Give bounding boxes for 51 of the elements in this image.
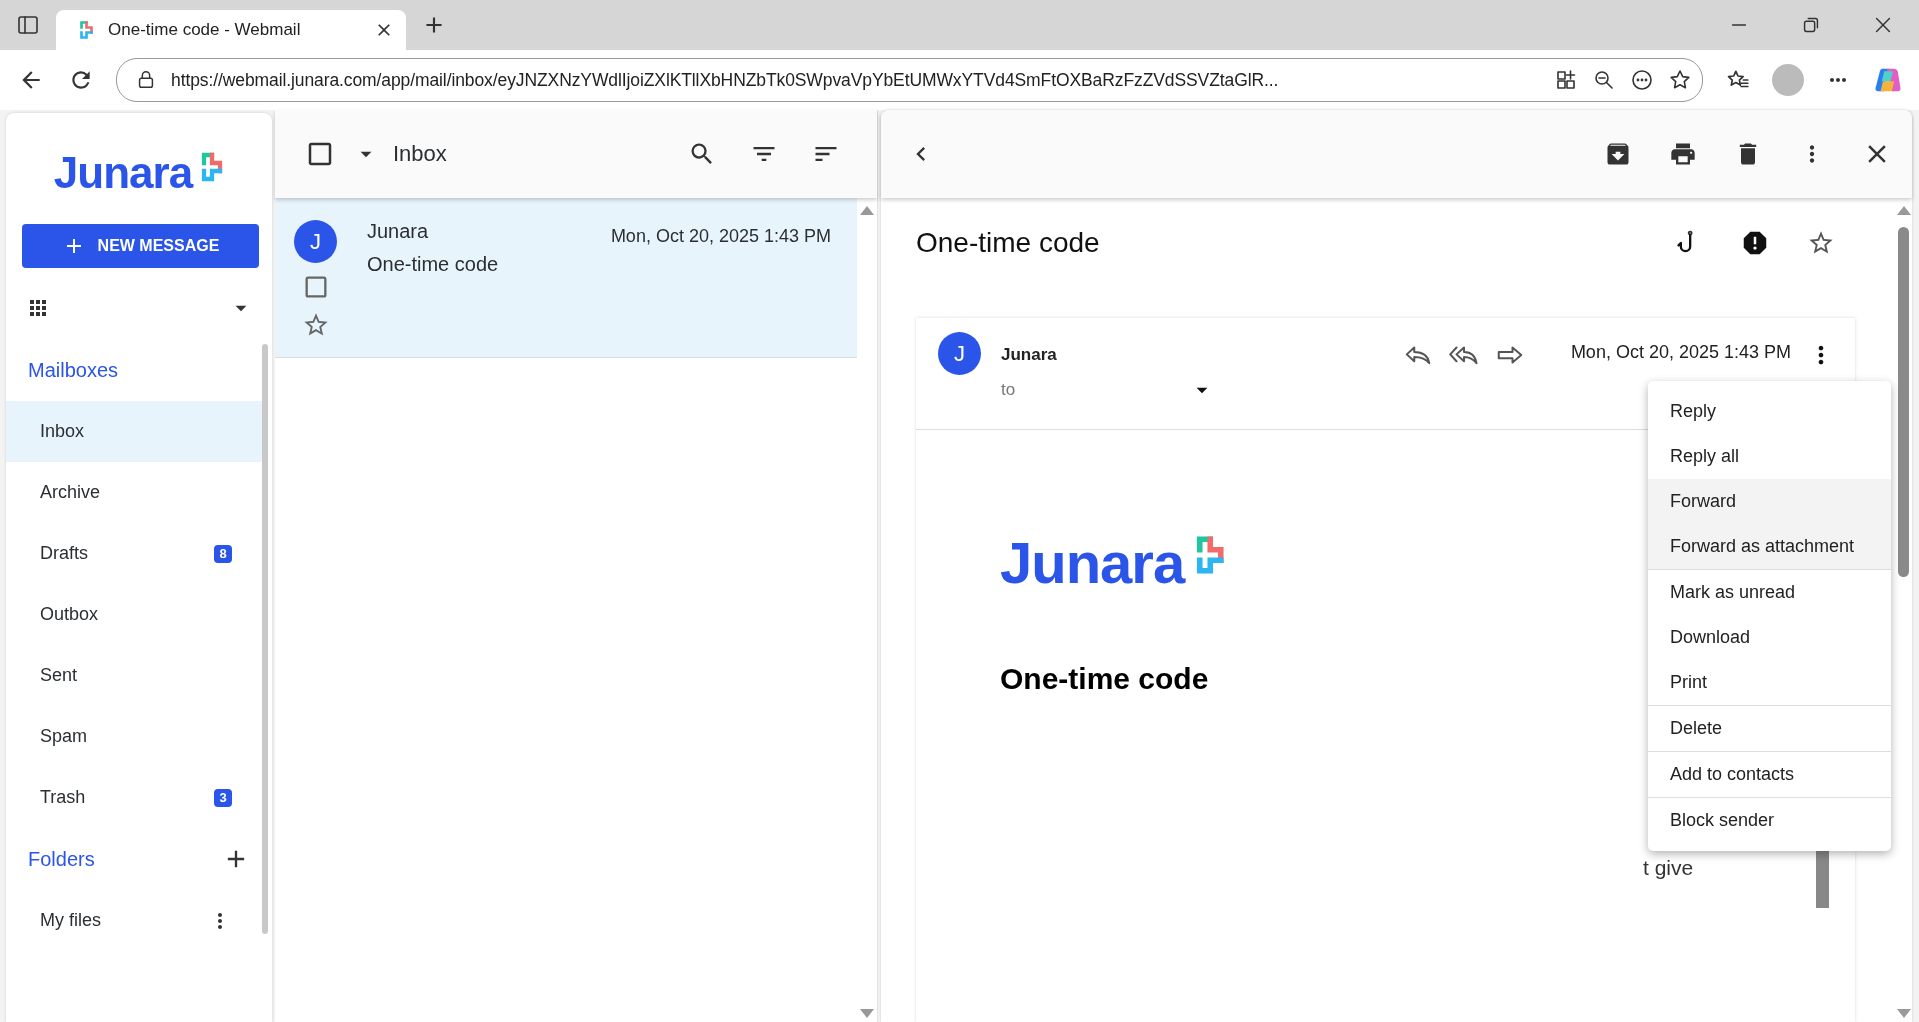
tab-title: One-time code - Webmail: [108, 20, 302, 40]
sender-avatar: J: [938, 332, 981, 375]
more-circle-icon[interactable]: [1630, 68, 1654, 92]
email-subject: One-time code: [916, 227, 1101, 259]
sender-name: Junara: [367, 220, 430, 243]
mailboxes-heading[interactable]: Mailboxes: [28, 358, 119, 382]
logo-text: Junara: [1000, 534, 1185, 592]
message-row[interactable]: J Junara One-time code Mon, Oct 20, 2025 1:43 PM: [275, 198, 857, 358]
mailbox-item[interactable]: Inbox: [6, 401, 262, 462]
scrollbar[interactable]: [1898, 227, 1909, 577]
message-subject: One-time code: [367, 253, 500, 276]
menu-item[interactable]: Forward as attachment: [1648, 524, 1891, 569]
sidebar-toggle-icon[interactable]: [16, 13, 40, 37]
scrollbar[interactable]: [262, 344, 268, 934]
mailbox-item[interactable]: Archive: [6, 462, 262, 523]
body-text: t give: [1643, 856, 1694, 880]
menu-item[interactable]: Block sender: [1648, 798, 1891, 843]
app-tiles-icon[interactable]: [1554, 68, 1578, 92]
mailbox-item[interactable]: Sent: [6, 645, 262, 706]
email-heading: One-time code: [1000, 662, 1209, 696]
menu-item[interactable]: Add to contacts: [1648, 752, 1891, 797]
zoom-out-icon[interactable]: [1592, 68, 1616, 92]
scroll-down-icon[interactable]: [1896, 1009, 1911, 1018]
star-icon[interactable]: [1668, 68, 1692, 92]
menu-item[interactable]: Reply all: [1648, 434, 1891, 479]
message-date: Mon, Oct 20, 2025 1:43 PM: [610, 225, 832, 248]
list-title: Inbox: [393, 141, 448, 167]
sender-avatar: J: [294, 220, 337, 263]
message-date: Mon, Oct 20, 2025 1:43 PM: [1570, 342, 1791, 364]
mailbox-item[interactable]: Spam: [6, 706, 262, 767]
menu-item[interactable]: Delete: [1648, 706, 1891, 751]
scroll-up-icon[interactable]: [1896, 206, 1911, 215]
mailbox-item[interactable]: Outbox: [6, 584, 262, 645]
menu-item[interactable]: Mark as unread: [1648, 570, 1891, 615]
menu-item[interactable]: Print: [1648, 660, 1891, 705]
menu-item[interactable]: Reply: [1648, 389, 1891, 434]
menu-item[interactable]: Forward: [1648, 479, 1891, 524]
sender-name: Junara: [1001, 345, 1058, 365]
address-bar[interactable]: https://webmail.junara.com/app/mail/inbox/eyJNZXNzYWdlIjoiZXlKTllXbHNZbTk0SWpvaVpYbEtUMWxYTVd4SmFtOXBaRzFzZVdSSVZtaGlR...: [116, 58, 1703, 102]
mailbox-item[interactable]: Trash 3: [6, 767, 262, 828]
count-badge: 3: [214, 788, 232, 807]
recipient-label: to: [1001, 380, 1016, 400]
mailbox-item[interactable]: Drafts 8: [6, 523, 262, 584]
folders-heading[interactable]: Folders: [28, 847, 95, 871]
folder-item[interactable]: My files: [6, 890, 262, 951]
menu-item[interactable]: Download: [1648, 615, 1891, 660]
logo-text: Junara: [53, 151, 193, 195]
new-message-button[interactable]: NEW MESSAGE: [22, 224, 259, 268]
count-badge: 8: [214, 544, 232, 563]
browser-tab[interactable]: One-time code - Webmail: [56, 10, 406, 50]
url-text: https://webmail.junara.com/app/mail/inbox/eyJNZXNzYWdlIjoiZXlKTllXbHNZbTk0SWpvaVpYbEtUMWxYTVd4SmFtOXBaRzFzZVdSSVZtaGlR...: [171, 69, 1280, 91]
